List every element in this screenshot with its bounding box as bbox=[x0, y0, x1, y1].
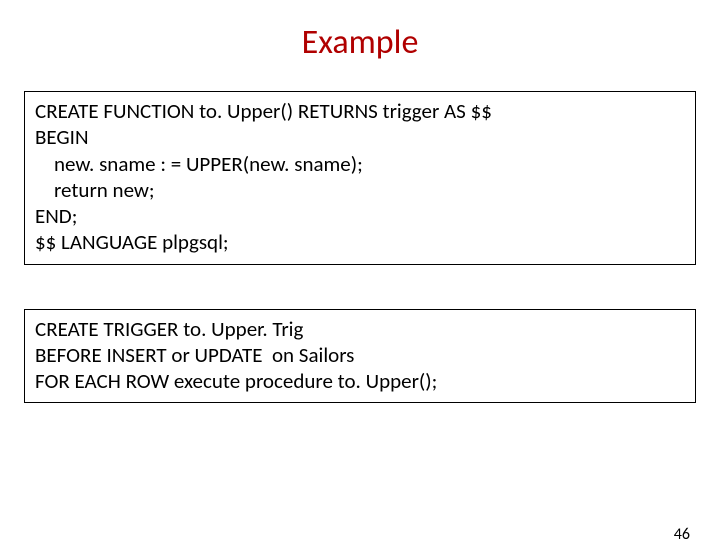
code-line: BEGIN bbox=[35, 124, 685, 150]
code-line: CREATE FUNCTION to. Upper() RETURNS trig… bbox=[35, 98, 685, 124]
code-box-trigger: CREATE TRIGGER to. Upper. Trig BEFORE IN… bbox=[24, 309, 696, 404]
code-line: new. sname : = UPPER(new. sname); bbox=[35, 151, 685, 177]
code-line: BEFORE INSERT or UPDATE on Sailors bbox=[35, 342, 685, 368]
code-line: END; bbox=[35, 203, 685, 229]
code-line: $$ LANGUAGE plpgsql; bbox=[35, 229, 685, 255]
page-number: 46 bbox=[674, 525, 690, 540]
code-line: CREATE TRIGGER to. Upper. Trig bbox=[35, 316, 685, 342]
slide-title: Example bbox=[0, 22, 720, 63]
code-line: FOR EACH ROW execute procedure to. Upper… bbox=[35, 368, 685, 394]
code-line: return new; bbox=[35, 177, 685, 203]
code-box-function: CREATE FUNCTION to. Upper() RETURNS trig… bbox=[24, 91, 696, 265]
